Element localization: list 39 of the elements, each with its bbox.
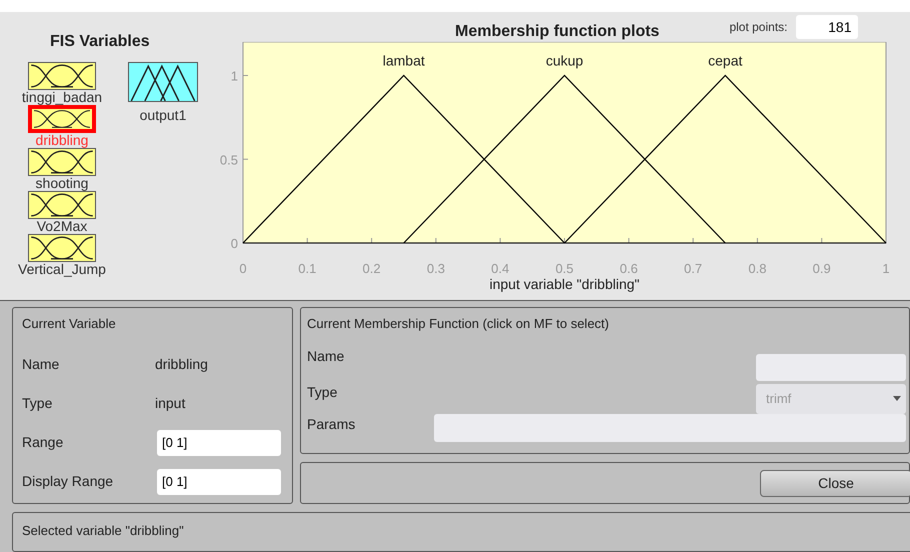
field-label: Range — [22, 433, 64, 452]
x-tick-label: 0.8 — [748, 261, 766, 276]
variable-name: Vo2Max — [36, 219, 88, 234]
field-label: Params — [307, 414, 356, 434]
variable-name: shooting — [36, 176, 88, 191]
plot-points-label: plot points: — [729, 19, 788, 36]
x-tick-label: 0.4 — [491, 261, 510, 276]
x-tick-label: 0.1 — [298, 261, 316, 276]
x-tick-label: 0.5 — [555, 261, 574, 276]
field-label: Type — [22, 394, 54, 413]
field-label: Name — [307, 346, 344, 366]
x-tick-label: 0.6 — [620, 261, 638, 276]
plot-title: Membership function plots — [455, 22, 660, 42]
panel-title: Current Membership Function (click on MF to select) — [307, 315, 610, 333]
field-label: Type — [307, 382, 338, 402]
panel-title: FIS Variables — [50, 32, 150, 52]
variable-name: tinggi_badan — [22, 90, 102, 105]
field-value: dribbling — [155, 355, 208, 374]
y-tick-label: 0 — [230, 236, 238, 251]
y-tick-label: 0.5 — [220, 152, 238, 168]
x-tick-label: 0.7 — [684, 261, 702, 276]
variable-name: output1 — [140, 106, 186, 125]
x-axis-label: input variable "dribbling" — [489, 276, 640, 292]
x-tick-label: 0 — [239, 261, 247, 276]
membership-label: lambat — [382, 52, 425, 68]
variable-name: Vertical_Jump — [18, 262, 106, 277]
status-text: Selected variable "dribbling" — [22, 523, 184, 538]
field-value: input — [155, 394, 186, 413]
field-label: Display Range — [22, 472, 114, 491]
x-tick-label: 0.3 — [426, 261, 445, 276]
x-tick-label: 0.2 — [362, 261, 381, 276]
x-tick-label: 1 — [882, 261, 890, 276]
membership-label: cepat — [708, 52, 742, 68]
variable-name: dribbling — [36, 133, 88, 148]
x-tick-label: 0.9 — [812, 261, 831, 276]
field-label: Name — [22, 355, 60, 374]
y-tick-label: 1 — [230, 68, 238, 84]
membership-label: cukup — [546, 52, 584, 68]
panel-title: Current Variable — [22, 315, 117, 333]
